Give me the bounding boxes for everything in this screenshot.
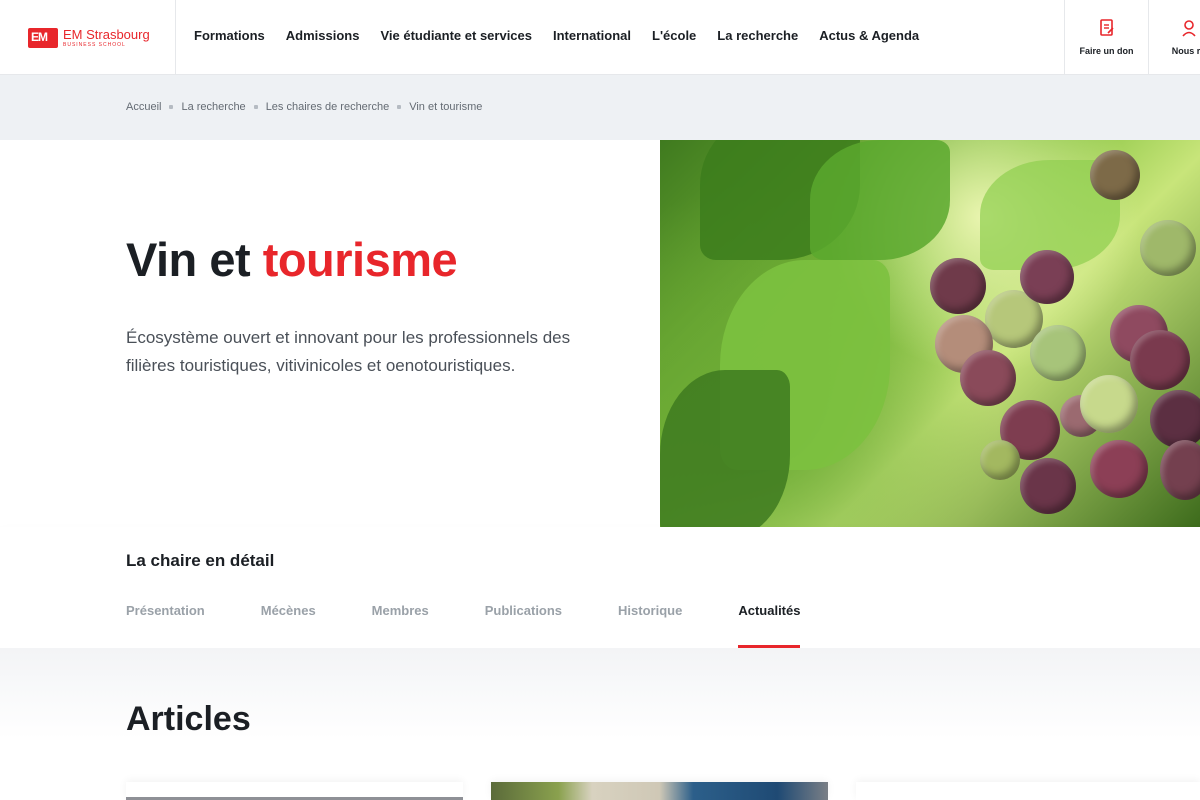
site-header: EM EM Strasbourg BUSINESS SCHOOL Formati… [0, 0, 1200, 75]
article-card[interactable] [126, 782, 463, 800]
tab-membres[interactable]: Membres [372, 603, 429, 648]
title-plain: Vin et [126, 233, 251, 286]
donate-label: Faire un don [1079, 46, 1134, 56]
tab-presentation[interactable]: Présentation [126, 603, 205, 648]
breadcrumb-chaires[interactable]: Les chaires de recherche [266, 101, 390, 113]
logo-subtitle: BUSINESS SCHOOL [63, 42, 126, 48]
main-nav: Formations Admissions Vie étudiante et s… [194, 28, 940, 43]
nav-international[interactable]: International [553, 28, 631, 43]
tab-mecenes[interactable]: Mécènes [261, 603, 316, 648]
breadcrumb: Accueil La recherche Les chaires de rech… [126, 101, 482, 113]
breadcrumb-separator [169, 105, 174, 109]
contact-button[interactable]: Nous re [1148, 0, 1200, 75]
nav-actus-agenda[interactable]: Actus & Agenda [819, 28, 919, 43]
article-card[interactable] [856, 782, 1200, 800]
logo[interactable]: EM EM Strasbourg BUSINESS SCHOOL [28, 24, 150, 52]
detail-tabs: Présentation Mécènes Membres Publication… [126, 603, 856, 648]
article-card[interactable] [491, 782, 828, 800]
nav-recherche[interactable]: La recherche [717, 28, 798, 43]
donate-button[interactable]: Faire un don [1064, 0, 1148, 75]
hero-image-grapes [660, 140, 1200, 527]
title-accent: tourisme [262, 233, 458, 286]
user-icon [1181, 19, 1197, 40]
logo-mark-icon: EM [28, 28, 58, 48]
breadcrumb-bar: Accueil La recherche Les chaires de rech… [0, 75, 1200, 140]
nav-formations[interactable]: Formations [194, 28, 265, 43]
tab-actualites[interactable]: Actualités [738, 603, 801, 648]
header-divider [175, 0, 176, 75]
articles-title: Articles [126, 700, 251, 738]
logo-name: EM Strasbourg [63, 27, 150, 42]
breadcrumb-separator [397, 105, 402, 109]
tab-historique[interactable]: Historique [618, 603, 682, 648]
detail-heading: La chaire en détail [126, 551, 275, 570]
breadcrumb-current: Vin et tourisme [409, 101, 483, 113]
breadcrumb-accueil[interactable]: Accueil [126, 101, 161, 113]
breadcrumb-separator [253, 105, 258, 109]
breadcrumb-recherche[interactable]: La recherche [181, 101, 245, 113]
nav-ecole[interactable]: L'école [652, 28, 696, 43]
donate-icon [1099, 19, 1115, 40]
tab-publications[interactable]: Publications [485, 603, 562, 648]
contact-label: Nous re [1171, 46, 1200, 56]
nav-admissions[interactable]: Admissions [286, 28, 360, 43]
detail-tabs-panel: La chaire en détail Présentation Mécènes… [0, 527, 1200, 648]
nav-vie-etudiante[interactable]: Vie étudiante et services [380, 28, 532, 43]
hero-description: Écosystème ouvert et innovant pour les p… [126, 328, 571, 375]
page-title: Vin et tourisme [126, 232, 458, 287]
